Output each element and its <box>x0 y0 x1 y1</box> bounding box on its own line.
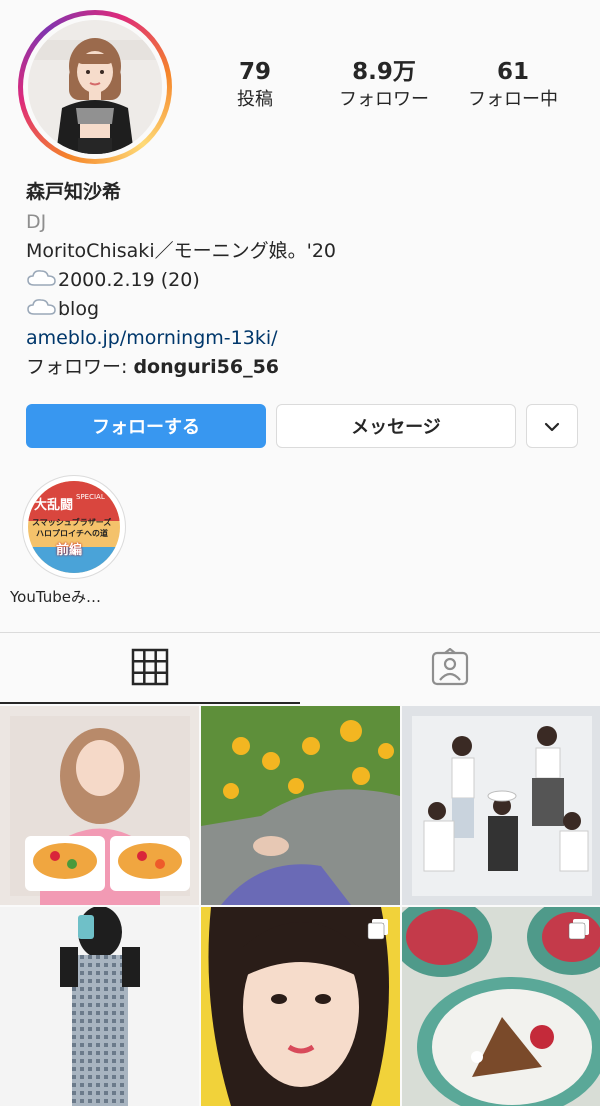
post-thumbnail[interactable] <box>402 907 600 1106</box>
posts-count: 79 投稿 <box>237 59 273 110</box>
post-thumbnail[interactable] <box>0 907 199 1106</box>
story-highlight[interactable]: 大乱闘 SPECIAL スマッシュブラザーズ ハロプロイチへの道 前編 <box>22 475 126 579</box>
tabs-divider <box>0 632 600 633</box>
bio-line: blog <box>26 297 586 323</box>
highlight-cover: 大乱闘 SPECIAL スマッシュブラザーズ ハロプロイチへの道 前編 <box>28 481 120 573</box>
avatar <box>28 20 162 154</box>
highlight-label: YouTubeみ… <box>10 588 101 606</box>
following-count[interactable]: 61 フォロー中 <box>453 58 573 112</box>
profile-name: 森戸知沙希 <box>26 181 122 203</box>
message-button[interactable]: メッセージ <box>276 404 516 448</box>
bio-line: MoritoChisaki／モーニング娘。'20 <box>26 240 336 262</box>
tab-posts-grid[interactable] <box>0 636 300 702</box>
followed-by[interactable]: フォロワー: donguri56_56 <box>26 355 586 379</box>
profile-link[interactable]: ameblo.jp/morningm-13ki/ <box>26 326 586 350</box>
grid-icon <box>131 648 169 690</box>
followers-count[interactable]: 8.9万 フォロワー <box>324 58 444 112</box>
post-thumbnail[interactable] <box>0 706 199 905</box>
post-thumbnail[interactable] <box>201 907 400 1106</box>
post-thumbnail[interactable] <box>201 706 400 905</box>
cloud-icon <box>26 268 58 294</box>
bio-line: 2000.2.19 (20) <box>26 268 586 294</box>
profile-avatar-ring[interactable] <box>18 10 172 164</box>
cloud-icon <box>26 297 58 323</box>
post-thumbnail[interactable] <box>402 706 600 905</box>
chevron-down-icon <box>544 416 560 437</box>
follow-button[interactable]: フォローする <box>26 404 266 448</box>
multiple-photos-icon <box>366 917 390 945</box>
tagged-person-icon <box>431 647 469 690</box>
tab-tagged[interactable] <box>300 636 600 702</box>
active-tab-indicator <box>0 702 300 704</box>
multiple-photos-icon <box>567 917 591 945</box>
profile-category: DJ <box>26 211 47 233</box>
suggested-accounts-button[interactable] <box>526 404 578 448</box>
